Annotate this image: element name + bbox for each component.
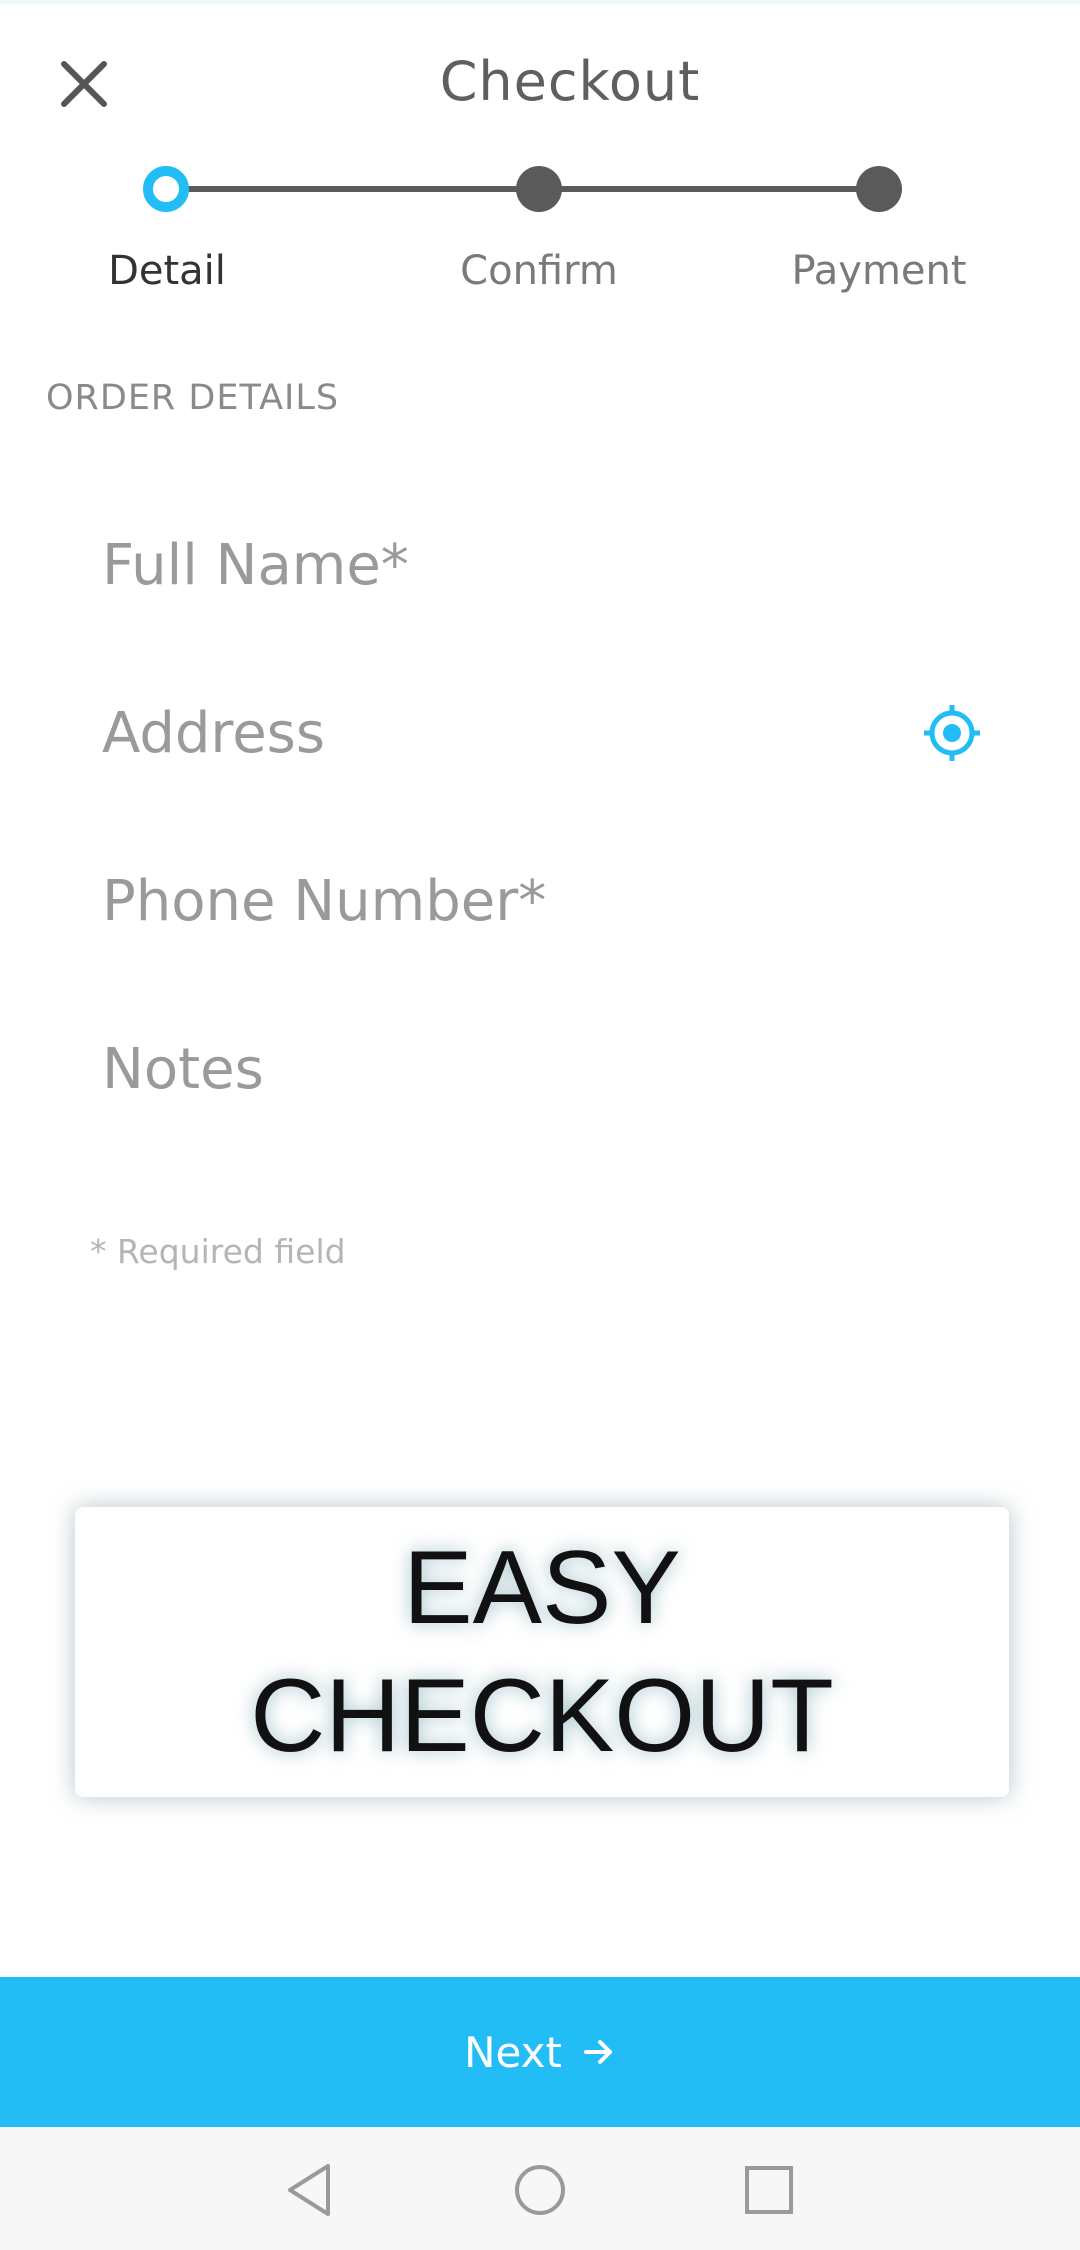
step-detail-label[interactable]: Detail xyxy=(108,248,226,294)
recents-icon xyxy=(745,2166,793,2214)
top-edge xyxy=(0,0,1080,4)
promo-banner: EASY CHECKOUT xyxy=(75,1507,1009,1797)
notes-input[interactable] xyxy=(102,1019,1002,1119)
section-title: ORDER DETAILS xyxy=(46,378,340,418)
back-icon xyxy=(288,2164,330,2216)
stepper-connector xyxy=(538,186,880,192)
step-payment-dot[interactable] xyxy=(856,166,902,212)
nav-home-button[interactable] xyxy=(510,2160,570,2220)
required-field-note: * Required field xyxy=(90,1232,346,1271)
nav-recents-button[interactable] xyxy=(739,2160,799,2220)
next-button-label: Next xyxy=(464,2027,562,2077)
next-button[interactable]: Next xyxy=(0,1977,1080,2127)
arrow-right-icon xyxy=(582,2035,616,2069)
address-input[interactable] xyxy=(102,683,902,783)
locate-button[interactable] xyxy=(920,701,984,765)
location-target-icon xyxy=(924,705,980,761)
step-confirm-label[interactable]: Confirm xyxy=(460,248,618,294)
phone-input[interactable] xyxy=(102,851,1002,951)
home-icon xyxy=(515,2165,565,2215)
step-payment-label[interactable]: Payment xyxy=(791,248,966,294)
stepper-connector xyxy=(166,186,538,192)
full-name-input[interactable] xyxy=(102,515,1002,615)
nav-back-button[interactable] xyxy=(280,2160,340,2220)
promo-line-2: CHECKOUT xyxy=(250,1658,834,1774)
step-confirm-dot[interactable] xyxy=(516,166,562,212)
page-title: Checkout xyxy=(439,50,701,113)
promo-line-1: EASY xyxy=(403,1530,681,1646)
step-detail-dot[interactable] xyxy=(143,166,189,212)
